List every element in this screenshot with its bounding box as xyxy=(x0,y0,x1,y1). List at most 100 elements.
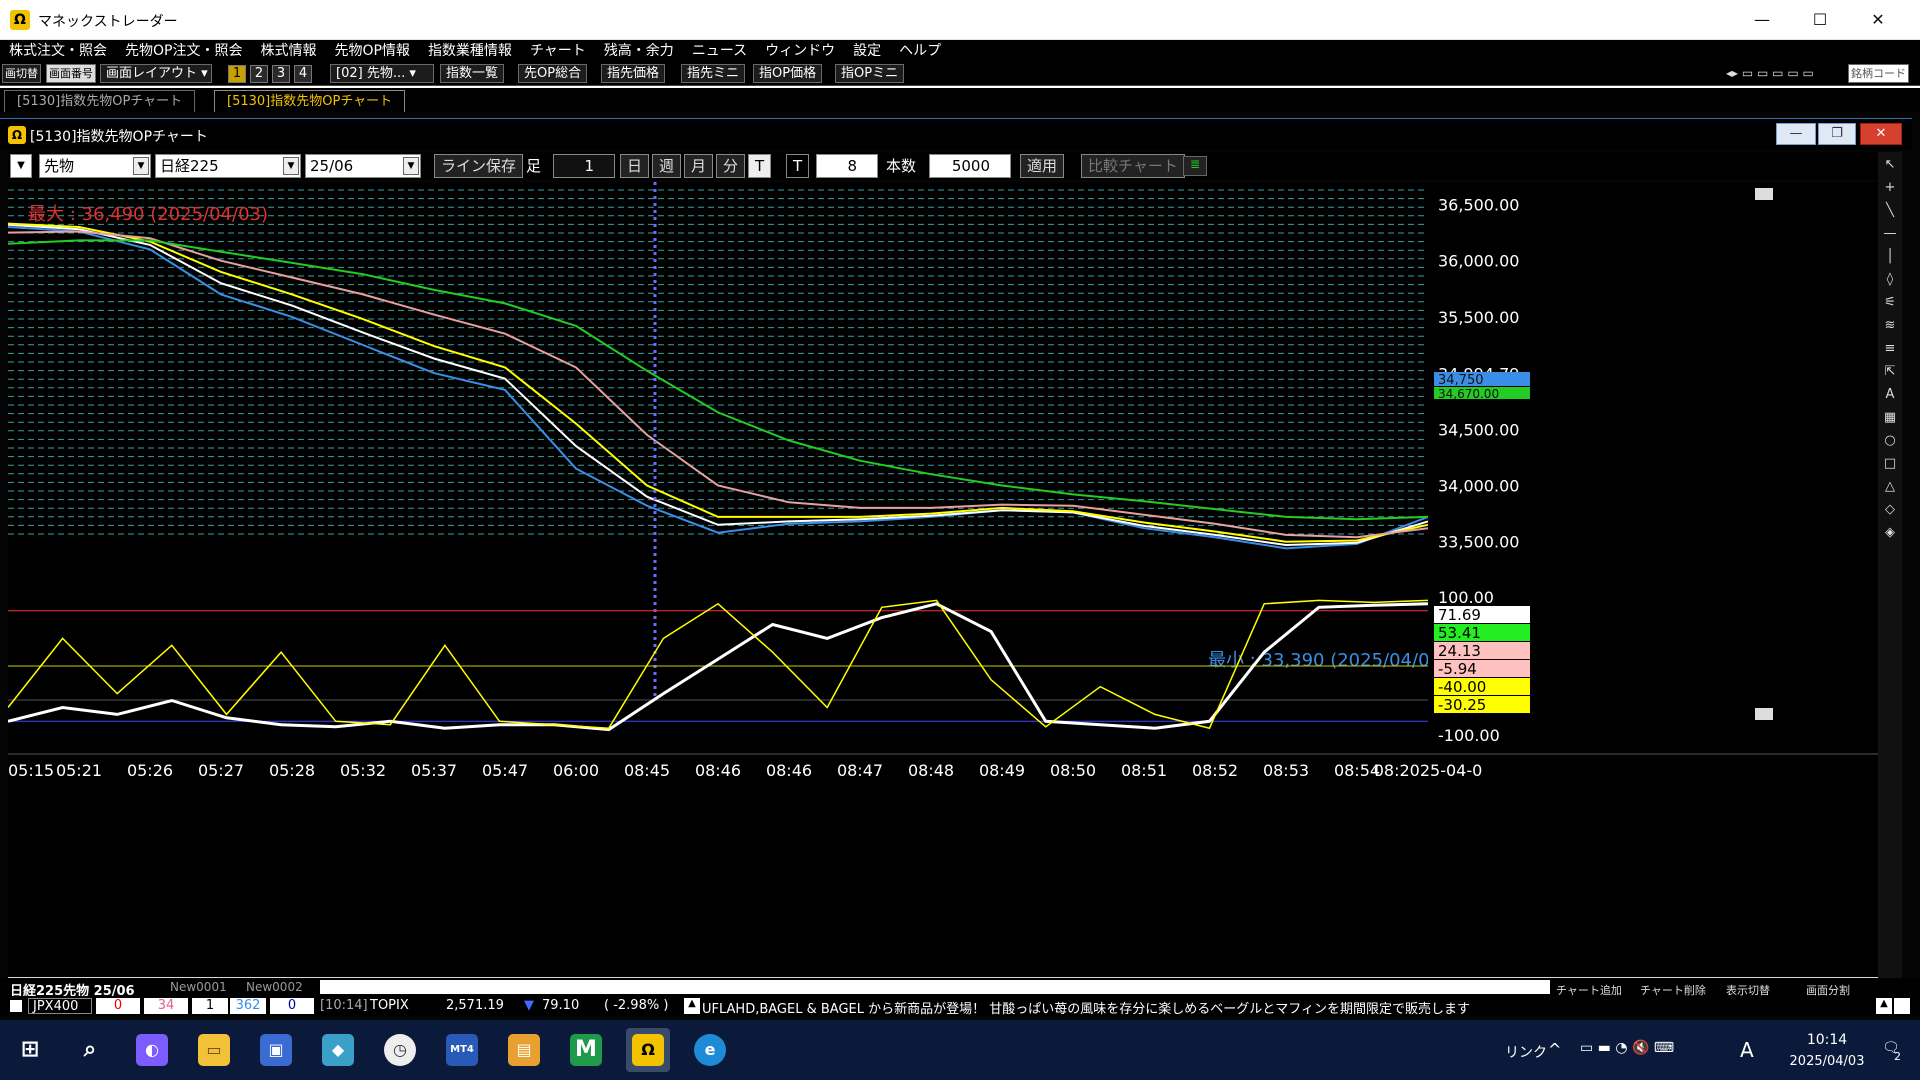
code-input[interactable]: 銘柄コード xyxy=(1848,64,1909,83)
vertical-line-icon[interactable]: │ xyxy=(1881,248,1899,266)
text-icon[interactable]: A xyxy=(1881,386,1899,404)
menu-dropdown-icon[interactable]: ▼ xyxy=(10,154,32,178)
toolbar-button[interactable]: 指先ミニ xyxy=(681,64,746,83)
minimize-button[interactable]: — xyxy=(1733,0,1791,40)
menu-item[interactable]: 株式注文・照会 xyxy=(0,40,116,62)
search-icon[interactable]: ⌕ xyxy=(74,1034,106,1066)
doc-tab[interactable]: [5130]指数先物OPチャート xyxy=(4,90,196,112)
time-tick-label: 05:37 xyxy=(411,761,457,780)
file-explorer-icon[interactable]: ▭ xyxy=(198,1034,230,1066)
checkbox-icon[interactable] xyxy=(10,1000,22,1012)
fibonacci-icon[interactable]: ≋ xyxy=(1881,317,1899,335)
chevron-up-icon[interactable]: ^ xyxy=(1548,1040,1561,1059)
news-ticker[interactable]: UFLAHD,BAGEL & BAGEL から新商品が登場！ 甘酸っぱい苺の風味… xyxy=(702,998,1470,1017)
preset-dropdown[interactable]: [02] 先物... ▾ xyxy=(330,64,434,83)
up-arrow-icon[interactable]: ▲ xyxy=(684,998,700,1014)
screen-number-button[interactable]: 画面番号 xyxy=(46,64,96,83)
period-minute-button[interactable]: 分 xyxy=(716,154,746,178)
cursor-icon[interactable]: ↖ xyxy=(1881,156,1899,174)
app-icon[interactable]: ▣ xyxy=(260,1034,292,1066)
layout-1-button[interactable]: 1 xyxy=(228,65,246,83)
ticker-box-icon[interactable] xyxy=(1894,998,1910,1014)
trendline-icon[interactable]: ╲ xyxy=(1881,202,1899,220)
windows-start-icon[interactable]: ⊞ xyxy=(14,1034,46,1066)
minimize-button[interactable]: — xyxy=(1776,123,1816,145)
menu-item[interactable]: 先物OP情報 xyxy=(325,40,418,62)
table-icon[interactable]: ▦ xyxy=(1881,409,1899,427)
layout-3-button[interactable]: 3 xyxy=(272,65,290,83)
link-label[interactable]: リンク xyxy=(1505,1042,1547,1062)
toolbar-button[interactable]: 先OP総合 xyxy=(518,64,588,83)
doc-tab-active[interactable]: [5130]指数先物OPチャート xyxy=(214,90,406,112)
menu-item[interactable]: 指数業種情報 xyxy=(419,40,521,62)
crosshair-icon[interactable]: + xyxy=(1881,179,1899,197)
restore-button[interactable]: ❐ xyxy=(1818,123,1856,145)
channel-icon[interactable]: ≡ xyxy=(1881,340,1899,358)
monex-trader-taskbar-icon[interactable]: Ω xyxy=(626,1028,670,1072)
apply-button[interactable]: 適用 xyxy=(1020,154,1065,178)
eraser-icon[interactable]: ◇ xyxy=(1881,501,1899,519)
month-select[interactable]: 25/06 ▼ xyxy=(305,154,421,178)
time-tick-label: 08:50 xyxy=(1050,761,1096,780)
type-value: 先物 xyxy=(44,157,75,175)
horizontal-line-icon[interactable]: — xyxy=(1881,225,1899,243)
chart-canvas[interactable]: 最大 : 36,490 (2025/04/03) 最小 : 33,390 (20… xyxy=(8,182,1878,992)
save-line-button[interactable]: ライン保存 xyxy=(434,154,524,178)
fan-icon[interactable]: ⚟ xyxy=(1881,294,1899,312)
toolbar-button[interactable]: 指OPミニ xyxy=(835,64,905,83)
period-month-button[interactable]: 月 xyxy=(684,154,714,178)
chevron-down-icon[interactable] xyxy=(1755,708,1773,720)
triangle-icon[interactable]: △ xyxy=(1881,478,1899,496)
m-app-icon[interactable]: M xyxy=(570,1034,602,1066)
menu-item[interactable]: 残高・余力 xyxy=(595,40,683,62)
maximize-button[interactable]: ☐ xyxy=(1791,0,1849,40)
chart-tab[interactable]: New0002 xyxy=(246,980,303,994)
layout-dropdown[interactable]: 画面レイアウト ▾ xyxy=(100,64,212,83)
arrow-icon[interactable]: ⇱ xyxy=(1881,363,1899,381)
menu-item[interactable]: 株式情報 xyxy=(251,40,325,62)
period-day-button[interactable]: 日 xyxy=(620,154,650,178)
menu-item[interactable]: 設定 xyxy=(844,40,890,62)
ellipse-icon[interactable]: ○ xyxy=(1881,432,1899,450)
t-input[interactable]: 8 xyxy=(816,154,878,178)
close-button[interactable]: ✕ xyxy=(1849,0,1907,40)
count-input[interactable]: 5000 xyxy=(929,154,1011,178)
indicator-icon[interactable]: ≣ xyxy=(1183,156,1207,176)
toolbar-button[interactable]: 指数一覧 xyxy=(440,64,505,83)
menu-item[interactable]: 先物OP注文・照会 xyxy=(116,40,251,62)
index-pct: ( -2.98% ) xyxy=(604,998,669,1013)
compare-chart-button[interactable]: 比較チャート xyxy=(1081,154,1185,178)
menu-item[interactable]: ウィンドウ xyxy=(756,40,844,62)
chart-tab[interactable]: New0001 xyxy=(170,980,227,994)
tray-icons[interactable]: ▭ ▬ ◔ 🔇 ⌨ xyxy=(1580,1040,1674,1056)
mt4-icon[interactable]: MT4 xyxy=(446,1034,478,1066)
toolbar-button[interactable]: 指OP価格 xyxy=(753,64,823,83)
clock-time[interactable]: 10:14 xyxy=(1788,1032,1866,1048)
rectangle-icon[interactable]: □ xyxy=(1881,455,1899,473)
toolbar-button[interactable]: 指先価格 xyxy=(601,64,666,83)
app-icon[interactable]: ◆ xyxy=(322,1034,354,1066)
edge-icon[interactable]: e xyxy=(694,1034,726,1066)
chevron-down-icon[interactable] xyxy=(1755,188,1773,200)
ashi-input[interactable]: 1 xyxy=(553,154,615,178)
clock-app-icon[interactable]: ◷ xyxy=(384,1034,416,1066)
switch-button[interactable]: 画切替 xyxy=(2,64,41,83)
layout-2-button[interactable]: 2 xyxy=(250,65,268,83)
ticker-up-icon[interactable]: ▲ xyxy=(1876,998,1892,1014)
menu-item[interactable]: ニュース xyxy=(683,40,756,62)
eraser-all-icon[interactable]: ◈ xyxy=(1881,524,1899,542)
ime-indicator[interactable]: A xyxy=(1740,1038,1754,1062)
bell-icon[interactable]: ◊ xyxy=(1881,271,1899,289)
menu-item[interactable]: チャート xyxy=(521,40,595,62)
clock-date[interactable]: 2025/04/03 xyxy=(1782,1054,1872,1069)
type-select[interactable]: 先物 ▼ xyxy=(39,154,151,178)
menu-item[interactable]: ヘルプ xyxy=(890,40,950,62)
window-arrange-icons[interactable]: ◂▸ ▭ ▭ ▭ ▭ ▭ xyxy=(1726,66,1814,80)
copilot-icon[interactable]: ◐ xyxy=(136,1034,168,1066)
layout-4-button[interactable]: 4 xyxy=(294,65,312,83)
period-tick-button[interactable]: T xyxy=(748,154,772,178)
close-button[interactable]: ✕ xyxy=(1860,123,1902,145)
index-select[interactable]: 日経225 ▼ xyxy=(155,154,301,178)
period-week-button[interactable]: 週 xyxy=(652,154,682,178)
app-icon[interactable]: ▤ xyxy=(508,1034,540,1066)
